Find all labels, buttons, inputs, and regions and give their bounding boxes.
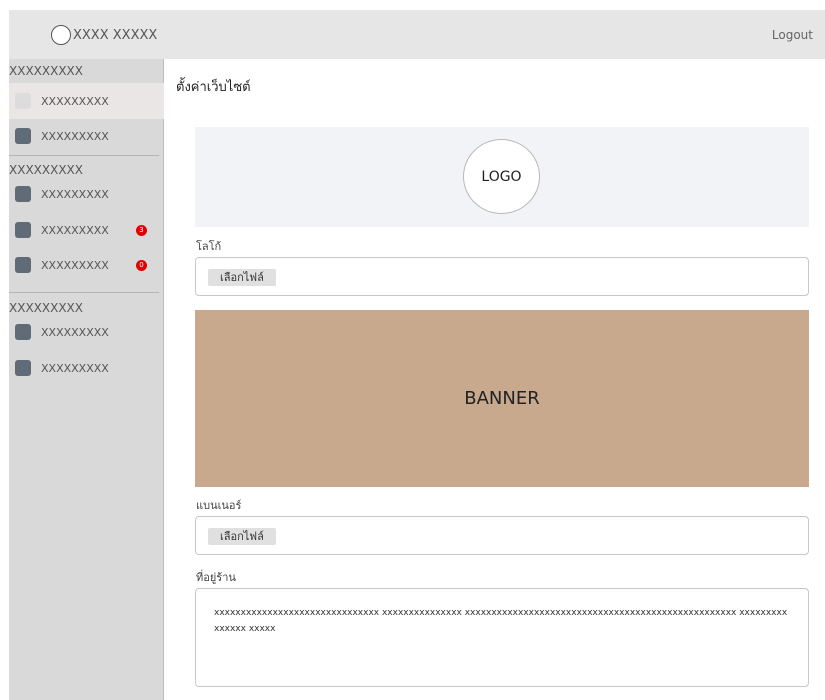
sidebar-item-label: XXXXXXXXX bbox=[41, 94, 109, 108]
banner-file-input[interactable]: เลือกไฟล์ bbox=[195, 516, 809, 555]
sidebar-item-icon bbox=[15, 186, 31, 202]
sidebar-item-icon bbox=[15, 324, 31, 340]
sidebar-item-label: XXXXXXXXX bbox=[41, 129, 109, 143]
logo-field-label: โลโก้ bbox=[196, 240, 222, 253]
top-bar: XXXX XXXXX Logout bbox=[9, 10, 825, 59]
brand-logo-icon bbox=[51, 25, 71, 45]
address-field-label: ที่อยู่ร้าน bbox=[196, 571, 236, 584]
sidebar-item-icon bbox=[15, 222, 31, 238]
choose-file-button[interactable]: เลือกไฟล์ bbox=[208, 528, 276, 545]
sidebar-item-label: XXXXXXXXX bbox=[41, 187, 109, 201]
sidebar-group-title: XXXXXXXXX bbox=[9, 64, 83, 78]
sidebar-item[interactable]: XXXXXXXXX bbox=[9, 314, 164, 350]
logo-placeholder: LOGO bbox=[463, 139, 540, 214]
sidebar-item-label: XXXXXXXXX bbox=[41, 325, 109, 339]
sidebar-item[interactable]: XXXXXXXXX bbox=[9, 83, 164, 119]
sidebar-divider bbox=[9, 155, 159, 156]
sidebar-item[interactable]: XXXXXXXXX bbox=[9, 350, 164, 386]
sidebar-item-label: XXXXXXXXX bbox=[41, 258, 109, 272]
address-textarea[interactable]: xxxxxxxxxxxxxxxxxxxxxxxxxxxxxxx xxxxxxxx… bbox=[195, 588, 809, 687]
logo-file-input[interactable]: เลือกไฟล์ bbox=[195, 257, 809, 296]
sidebar-group-title: XXXXXXXXX bbox=[9, 301, 83, 315]
brand: XXXX XXXXX bbox=[51, 25, 157, 45]
sidebar-item-label: XXXXXXXXX bbox=[41, 361, 109, 375]
sidebar-item[interactable]: XXXXXXXXX bbox=[9, 118, 164, 154]
logo-preview-area: LOGO bbox=[195, 127, 809, 227]
banner-preview: BANNER bbox=[195, 310, 809, 487]
sidebar-item-icon bbox=[15, 360, 31, 376]
notification-badge: 0 bbox=[136, 259, 147, 271]
sidebar-item[interactable]: XXXXXXXXX bbox=[9, 176, 164, 212]
sidebar-item-icon bbox=[15, 93, 31, 109]
sidebar-item-label: XXXXXXXXX bbox=[41, 223, 109, 237]
sidebar-group-title: XXXXXXXXX bbox=[9, 163, 83, 177]
page-title: ตั้งค่าเว็บไซต์ bbox=[176, 80, 251, 95]
logout-link[interactable]: Logout bbox=[772, 28, 813, 42]
sidebar-item-icon bbox=[15, 257, 31, 273]
sidebar-divider bbox=[9, 292, 159, 293]
banner-field-label: แบนเนอร์ bbox=[196, 499, 242, 512]
choose-file-button[interactable]: เลือกไฟล์ bbox=[208, 269, 276, 286]
sidebar-item[interactable]: XXXXXXXXX 3 bbox=[9, 212, 164, 248]
notification-badge: 3 bbox=[136, 224, 147, 236]
sidebar: XXXXXXXXX XXXXXXXXX XXXXXXXXX XXXXXXXXX … bbox=[9, 59, 164, 700]
sidebar-item[interactable]: XXXXXXXXX 0 bbox=[9, 247, 164, 283]
sidebar-item-icon bbox=[15, 128, 31, 144]
brand-name: XXXX XXXXX bbox=[73, 27, 158, 43]
